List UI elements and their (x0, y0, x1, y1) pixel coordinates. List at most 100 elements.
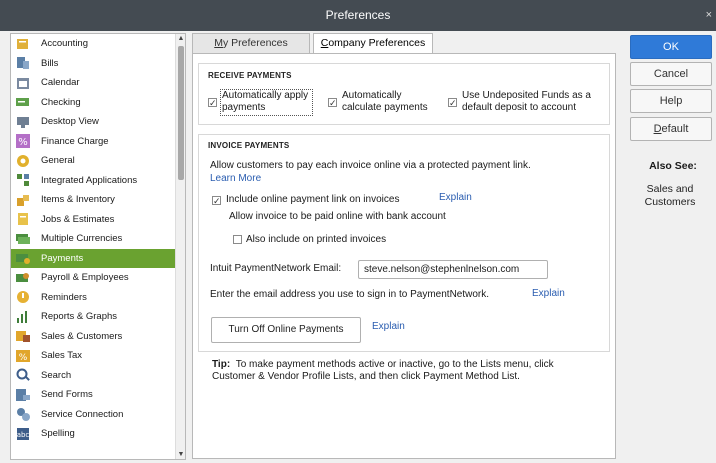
sidebar-item-payroll-employees[interactable]: Payroll & Employees (11, 268, 176, 288)
sidebar-item-reports-graphs[interactable]: Reports & Graphs (11, 307, 176, 327)
sidebar-item-label: Reports & Graphs (41, 311, 118, 323)
general-icon (15, 153, 31, 169)
also-printed-invoices-label[interactable]: Also include on printed invoices (246, 234, 386, 246)
checking-icon (15, 94, 31, 110)
items-inventory-icon (15, 192, 31, 208)
sidebar-item-label: Items & Inventory (41, 194, 115, 206)
sidebar-item-finance-charge[interactable]: % Finance Charge (11, 132, 176, 152)
sidebar-item-sales-tax[interactable]: % Sales Tax (11, 346, 176, 366)
sidebar-item-label: Payroll & Employees (41, 272, 129, 284)
auto-calculate-label[interactable]: Automatically calculate payments (342, 90, 428, 114)
sidebar-item-service-connection[interactable]: Service Connection (11, 405, 176, 425)
sidebar-scrollbar[interactable]: ▲ ▼ (175, 34, 185, 459)
jobs-estimates-icon (15, 211, 31, 227)
sidebar-item-sales-customers[interactable]: Sales & Customers (11, 327, 176, 347)
sidebar-item-label: Send Forms (41, 389, 93, 401)
undeposited-funds-checkbox[interactable] (448, 98, 457, 107)
window-titlebar: Preferences × (0, 0, 716, 31)
payment-network-email-field[interactable] (358, 260, 548, 279)
svg-text:%: % (19, 353, 28, 363)
sidebar-item-items-inventory[interactable]: Items & Inventory (11, 190, 176, 210)
send-forms-icon (15, 387, 31, 403)
multiple-currencies-icon (15, 231, 31, 247)
undeposited-funds-label[interactable]: Use Undeposited Funds as a default depos… (462, 90, 591, 114)
sidebar-item-accounting[interactable]: Accounting (11, 34, 176, 54)
turn-off-online-payments-button[interactable]: Turn Off Online Payments (211, 317, 361, 343)
scroll-down-arrow-icon[interactable]: ▼ (176, 451, 185, 458)
include-payment-link-checkbox[interactable] (212, 196, 221, 205)
sidebar-item-label: General (41, 155, 75, 167)
category-items: Accounting Bills Calendar Checking Desktop V… (11, 34, 176, 444)
auto-apply-label[interactable]: Automatically apply payments (222, 90, 308, 114)
sidebar-item-label: Finance Charge (41, 135, 109, 147)
sidebar-item-reminders[interactable]: Reminders (11, 288, 176, 308)
payments-icon (15, 250, 31, 266)
window-title: Preferences (325, 8, 391, 22)
tip-text: Tip: To make payment methods active or i… (212, 359, 554, 382)
sales-customers-icon (15, 328, 31, 344)
auto-calculate-checkbox[interactable] (328, 98, 337, 107)
payment-network-email-label: Intuit PaymentNetwork Email: (210, 263, 342, 274)
ok-button[interactable]: OK (630, 35, 712, 59)
sidebar-item-desktop-view[interactable]: Desktop View (11, 112, 176, 132)
svg-text:%: % (18, 137, 28, 148)
sidebar-item-label: Checking (41, 96, 81, 108)
sidebar-item-label: Service Connection (41, 408, 124, 420)
include-payment-link-label[interactable]: Include online payment link on invoices (226, 194, 399, 206)
also-printed-invoices-checkbox[interactable] (233, 235, 242, 244)
desktop-view-icon (15, 114, 31, 130)
sidebar-item-calendar[interactable]: Calendar (11, 73, 176, 93)
sidebar-item-label: Sales & Customers (41, 330, 123, 342)
sidebar-item-send-forms[interactable]: Send Forms (11, 385, 176, 405)
email-hint-text: Enter the email address you use to sign … (210, 289, 490, 300)
sidebar-item-bills[interactable]: Bills (11, 54, 176, 74)
also-see-sales-customers[interactable]: Sales and Customers (636, 183, 704, 209)
sidebar-item-checking[interactable]: Checking (11, 93, 176, 113)
sidebar-item-label: Desktop View (41, 116, 99, 128)
cancel-button[interactable]: Cancel (630, 62, 712, 86)
sidebar-item-general[interactable]: General (11, 151, 176, 171)
sidebar-item-label: Bills (41, 57, 59, 69)
accounting-icon (15, 36, 31, 52)
explain-link-include[interactable]: Explain (439, 192, 472, 203)
finance-charge-icon: % (15, 133, 31, 149)
help-button[interactable]: Help (630, 89, 712, 113)
explain-link-email[interactable]: Explain (532, 288, 565, 299)
invoice-payments-section: INVOICE PAYMENTS Allow customers to pay … (198, 134, 610, 352)
learn-more-link[interactable]: Learn More (210, 173, 261, 184)
bank-account-text: Allow invoice to be paid online with ban… (229, 211, 446, 222)
scrollbar-thumb[interactable] (178, 46, 184, 180)
sidebar-item-jobs-estimates[interactable]: Jobs & Estimates (11, 210, 176, 230)
sales-tax-icon: % (15, 348, 31, 364)
also-see-heading: Also See: (649, 160, 697, 172)
invoice-payments-heading: INVOICE PAYMENTS (208, 141, 290, 150)
reminders-icon (15, 289, 31, 305)
auto-apply-checkbox[interactable] (208, 98, 217, 107)
scroll-up-arrow-icon[interactable]: ▲ (176, 35, 185, 42)
calendar-icon (15, 75, 31, 91)
bills-icon (15, 55, 31, 71)
sidebar-item-integrated-applications[interactable]: Integrated Applications (11, 171, 176, 191)
online-payment-intro: Allow customers to pay each invoice onli… (210, 160, 531, 171)
sidebar-item-label: Spelling (41, 428, 75, 440)
sidebar-item-spelling[interactable]: abc Spelling (11, 424, 176, 444)
default-button[interactable]: Default (630, 117, 712, 141)
service-connection-icon (15, 406, 31, 422)
sidebar-item-payments[interactable]: Payments (11, 248, 176, 268)
receive-payments-heading: RECEIVE PAYMENTS (208, 71, 292, 80)
search-icon (15, 367, 31, 383)
sidebar-item-search[interactable]: Search (11, 366, 176, 386)
close-icon[interactable]: × (706, 0, 712, 31)
spelling-icon: abc (15, 426, 31, 442)
explain-link-turn-off[interactable]: Explain (372, 321, 405, 332)
svg-text:abc: abc (17, 431, 30, 439)
preferences-category-list[interactable]: Accounting Bills Calendar Checking Desktop V… (10, 33, 186, 460)
sidebar-item-label: Calendar (41, 77, 80, 89)
tab-my-preferences[interactable]: My Preferences (192, 33, 310, 53)
sidebar-item-multiple-currencies[interactable]: Multiple Currencies (11, 229, 176, 249)
sidebar-item-label: Sales Tax (41, 350, 83, 362)
sidebar-item-label: Search (41, 369, 72, 381)
tab-company-preferences[interactable]: Company Preferences (313, 33, 433, 54)
integrated-applications-icon (15, 172, 31, 188)
payroll-employees-icon (15, 270, 31, 286)
